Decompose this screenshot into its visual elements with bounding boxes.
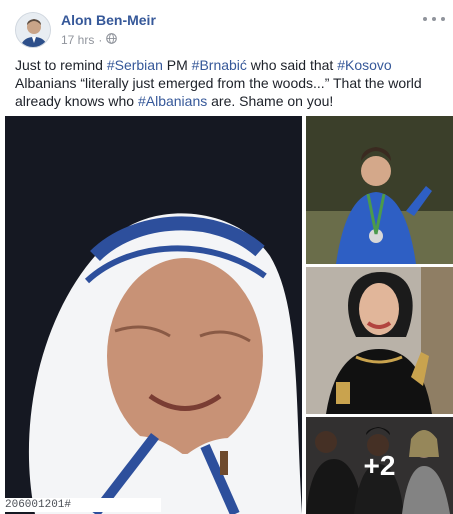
post-timestamp[interactable]: 17 hrs <box>61 33 94 47</box>
post-meta: 17 hrs · <box>61 33 118 47</box>
post-text-segment: are. Shame on you! <box>207 93 334 109</box>
post-text-segment: PM <box>162 57 192 73</box>
photo-id-label: 206001201# <box>5 498 161 512</box>
hashtag-link[interactable]: #Albanians <box>138 93 207 109</box>
author-avatar[interactable] <box>15 12 51 48</box>
hashtag-link[interactable]: #Serbian <box>107 57 163 73</box>
ellipsis-icon[interactable] <box>423 12 445 26</box>
main-photo[interactable]: 206001201# <box>5 116 302 514</box>
side-photo-1[interactable] <box>306 116 453 264</box>
globe-icon[interactable] <box>106 33 118 47</box>
post-text: Just to remind #Serbian PM #Brnabić who … <box>15 56 440 110</box>
post-text-segment: who said that <box>246 57 338 73</box>
hashtag-link[interactable]: #Kosovo <box>337 57 391 73</box>
facebook-post: Alon Ben-Meir 17 hrs · Just to remind #S… <box>0 0 453 514</box>
author-name-link[interactable]: Alon Ben-Meir <box>61 12 156 28</box>
post-text-segment: Just to remind <box>15 57 107 73</box>
hashtag-link[interactable]: #Brnabić <box>192 57 247 73</box>
post-media: 206001201# +2 <box>0 116 453 514</box>
side-photo-2[interactable] <box>306 267 453 414</box>
more-photos-count[interactable]: +2 <box>306 417 453 514</box>
side-photo-3[interactable]: +2 <box>306 417 453 514</box>
